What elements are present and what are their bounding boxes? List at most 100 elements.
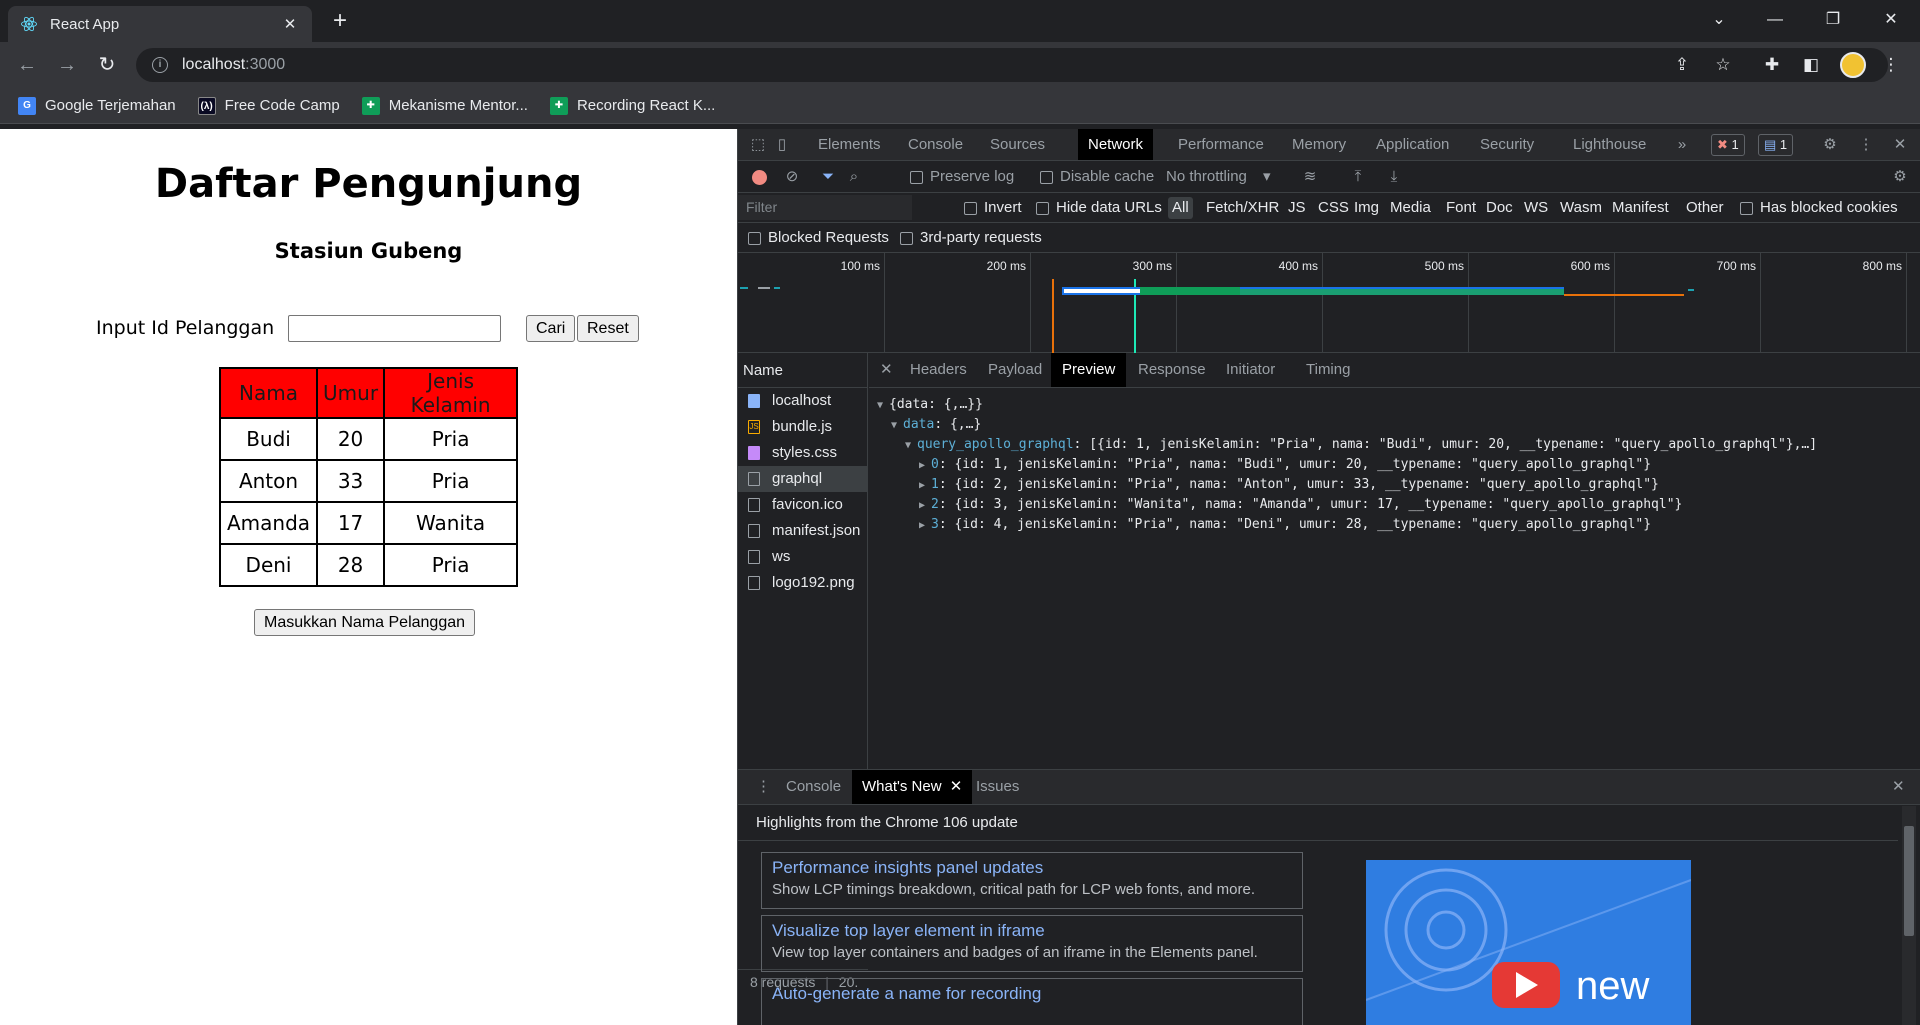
third-party-checkbox[interactable]: 3rd-party requests bbox=[900, 223, 1042, 253]
browser-tab[interactable]: React App ✕ bbox=[8, 6, 312, 42]
device-toolbar-icon[interactable]: ▯ bbox=[772, 135, 792, 155]
tab-security[interactable]: Security bbox=[1470, 129, 1544, 160]
request-item[interactable]: styles.css bbox=[738, 440, 867, 466]
tab-payload[interactable]: Payload bbox=[977, 353, 1053, 387]
disable-cache-checkbox[interactable]: Disable cache bbox=[1040, 161, 1154, 193]
menu-icon[interactable]: ⋮ bbox=[1880, 54, 1902, 76]
tree-node-query[interactable]: ▼ query_apollo_graphql: [{id: 1, jenisKel… bbox=[869, 435, 1920, 455]
request-item[interactable]: ws bbox=[738, 544, 867, 570]
settings-gear-icon[interactable]: ⚙ bbox=[1820, 135, 1840, 155]
import-har-icon[interactable]: ⤒ bbox=[1348, 167, 1368, 187]
tab-headers[interactable]: Headers bbox=[899, 353, 978, 387]
tree-root[interactable]: ▼ {data: {,…}} bbox=[869, 395, 1920, 415]
filter-media[interactable]: Media bbox=[1390, 193, 1431, 223]
inspect-element-icon[interactable]: ⬚ bbox=[748, 135, 768, 155]
bookmark-free-code-camp[interactable]: (λ) Free Code Camp bbox=[197, 96, 340, 115]
close-window-button[interactable]: ✕ bbox=[1868, 6, 1914, 34]
bookmark-mekanisme-mentor[interactable]: ✚ Mekanisme Mentor... bbox=[361, 96, 528, 115]
tab-lighthouse[interactable]: Lighthouse bbox=[1563, 129, 1656, 160]
invert-checkbox[interactable]: Invert bbox=[964, 193, 1022, 223]
tree-item[interactable]: ▶ 0: {id: 1, jenisKelamin: "Pria", nama: … bbox=[869, 455, 1920, 475]
search-icon[interactable]: ⌕ bbox=[844, 167, 864, 187]
tab-preview[interactable]: Preview bbox=[1051, 353, 1127, 387]
scrollbar-thumb[interactable] bbox=[1904, 826, 1914, 936]
filter-wasm[interactable]: Wasm bbox=[1560, 193, 1602, 223]
tab-sources[interactable]: Sources bbox=[980, 129, 1055, 160]
whats-new-card[interactable]: Performance insights panel updates Show … bbox=[761, 852, 1303, 909]
network-settings-icon[interactable]: ⚙ bbox=[1890, 167, 1910, 187]
network-timeline[interactable]: 100 ms 200 ms 300 ms 400 ms 500 ms 600 m… bbox=[738, 253, 1920, 353]
bookmark-star-icon[interactable]: ☆ bbox=[1712, 54, 1734, 76]
add-customer-button[interactable]: Masukkan Nama Pelanggan bbox=[254, 609, 476, 636]
site-info-icon[interactable]: i bbox=[152, 57, 168, 73]
whats-new-video-thumbnail[interactable]: new bbox=[1366, 860, 1691, 1025]
network-conditions-icon[interactable]: ≋ bbox=[1300, 167, 1320, 187]
devtools-menu-icon[interactable]: ⋮ bbox=[1856, 135, 1876, 155]
filter-other[interactable]: Other bbox=[1686, 193, 1724, 223]
export-har-icon[interactable]: ⤓ bbox=[1384, 167, 1404, 187]
customer-id-input[interactable] bbox=[288, 315, 501, 342]
new-tab-button[interactable]: + bbox=[326, 8, 354, 36]
clear-icon[interactable]: ⊘ bbox=[782, 167, 802, 187]
tab-console[interactable]: Console bbox=[898, 129, 973, 160]
tab-memory[interactable]: Memory bbox=[1282, 129, 1356, 160]
close-tab-icon[interactable]: ✕ bbox=[950, 778, 963, 795]
reload-icon[interactable]: ↻ bbox=[92, 50, 122, 80]
blocked-requests-checkbox[interactable]: Blocked Requests bbox=[748, 223, 889, 253]
forward-icon[interactable]: → bbox=[52, 50, 82, 80]
drawer-tab-whats-new[interactable]: What's New ✕ bbox=[852, 770, 973, 804]
tab-performance[interactable]: Performance bbox=[1168, 129, 1274, 160]
filter-css[interactable]: CSS bbox=[1318, 193, 1349, 223]
tab-initiator[interactable]: Initiator bbox=[1215, 353, 1286, 387]
filter-font[interactable]: Font bbox=[1446, 193, 1476, 223]
filter-img[interactable]: Img bbox=[1354, 193, 1379, 223]
tab-search-icon[interactable]: ⌄ bbox=[1696, 6, 1742, 34]
bookmark-recording-react[interactable]: ✚ Recording React K... bbox=[549, 96, 715, 115]
minimize-button[interactable]: — bbox=[1752, 6, 1798, 34]
record-icon[interactable] bbox=[752, 170, 767, 185]
error-badge[interactable]: ✖ 1 bbox=[1711, 134, 1745, 156]
back-icon[interactable]: ← bbox=[12, 50, 42, 80]
request-item[interactable]: logo192.png bbox=[738, 570, 867, 596]
name-column-header[interactable]: Name bbox=[738, 353, 867, 388]
filter-fetch-xhr[interactable]: Fetch/XHR bbox=[1206, 193, 1279, 223]
filter-ws[interactable]: WS bbox=[1524, 193, 1548, 223]
filter-js[interactable]: JS bbox=[1288, 193, 1306, 223]
request-item[interactable]: graphql bbox=[738, 466, 867, 492]
filter-manifest[interactable]: Manifest bbox=[1612, 193, 1669, 223]
close-tab-icon[interactable]: ✕ bbox=[280, 15, 300, 33]
bookmark-google-terjemahan[interactable]: G Google Terjemahan bbox=[18, 96, 176, 115]
tree-node-data[interactable]: ▼ data: {,…} bbox=[869, 415, 1920, 435]
profile-avatar[interactable] bbox=[1840, 52, 1866, 78]
share-icon[interactable]: ⇪ bbox=[1671, 54, 1693, 76]
tree-item[interactable]: ▶ 3: {id: 4, jenisKelamin: "Pria", nama: … bbox=[869, 515, 1920, 535]
tab-elements[interactable]: Elements bbox=[808, 129, 891, 160]
request-item[interactable]: localhost bbox=[738, 388, 867, 414]
request-item[interactable]: favicon.ico bbox=[738, 492, 867, 518]
address-bar[interactable]: i localhost:3000 bbox=[136, 48, 1888, 82]
filter-input[interactable]: Filter bbox=[738, 195, 912, 220]
tab-application[interactable]: Application bbox=[1366, 129, 1459, 160]
has-blocked-cookies-checkbox[interactable]: Has blocked cookies bbox=[1740, 193, 1898, 223]
search-button[interactable]: Cari bbox=[526, 315, 576, 342]
throttling-select[interactable]: No throttling ▾ bbox=[1166, 161, 1292, 193]
close-drawer-icon[interactable]: ✕ bbox=[1882, 770, 1915, 804]
drawer-tab-issues[interactable]: Issues bbox=[966, 770, 1029, 804]
close-devtools-icon[interactable]: ✕ bbox=[1890, 135, 1910, 155]
tab-response[interactable]: Response bbox=[1127, 353, 1217, 387]
restore-button[interactable]: ❐ bbox=[1810, 6, 1856, 34]
message-badge[interactable]: ▤ 1 bbox=[1758, 134, 1794, 156]
drawer-scrollbar[interactable] bbox=[1902, 806, 1916, 1025]
drawer-tab-console[interactable]: Console bbox=[776, 770, 851, 804]
request-item[interactable]: manifest.json bbox=[738, 518, 867, 544]
whats-new-card[interactable]: Auto-generate a name for recording bbox=[761, 978, 1303, 1025]
filter-doc[interactable]: Doc bbox=[1486, 193, 1513, 223]
reset-button[interactable]: Reset bbox=[577, 315, 639, 342]
filter-all[interactable]: All bbox=[1168, 197, 1193, 219]
extensions-icon[interactable]: ✚ bbox=[1761, 54, 1783, 76]
tree-item[interactable]: ▶ 1: {id: 2, jenisKelamin: "Pria", nama: … bbox=[869, 475, 1920, 495]
side-panel-icon[interactable]: ◧ bbox=[1800, 54, 1822, 76]
hide-data-urls-checkbox[interactable]: Hide data URLs bbox=[1036, 193, 1162, 223]
preserve-log-checkbox[interactable]: Preserve log bbox=[910, 161, 1014, 193]
filter-icon[interactable]: ⏷ bbox=[818, 167, 838, 187]
